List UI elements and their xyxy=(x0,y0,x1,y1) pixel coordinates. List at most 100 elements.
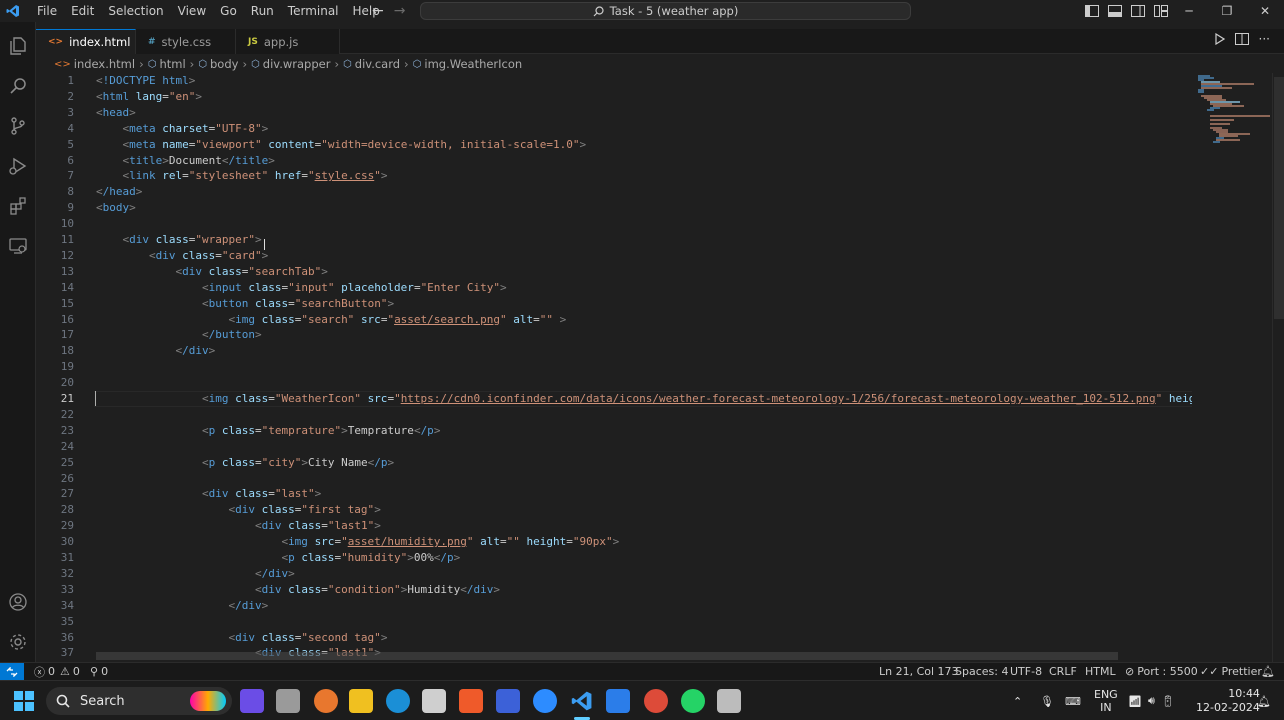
breadcrumb-item[interactable]: div.wrapper xyxy=(263,57,331,71)
scrollbar-thumb[interactable] xyxy=(1274,77,1284,319)
ports-indicator[interactable]: ⚲ 0 xyxy=(90,663,108,680)
vscode-taskbar-icon[interactable] xyxy=(570,689,594,713)
code-line[interactable]: 14 <input class="input" placeholder="Ent… xyxy=(36,280,1192,296)
chrome-browser-icon[interactable] xyxy=(644,689,668,713)
minimap[interactable] xyxy=(1192,73,1272,662)
cursor-position[interactable]: Ln 21, Col 173 xyxy=(879,663,959,680)
code-line[interactable]: 21 <img class="WeatherIcon" src="https:/… xyxy=(36,391,1192,407)
extensions-icon[interactable] xyxy=(6,194,30,218)
code-line[interactable]: 29 <div class="last1"> xyxy=(36,518,1192,534)
remote-explorer-icon[interactable] xyxy=(6,234,30,258)
zoom-icon[interactable] xyxy=(533,689,557,713)
customize-layout-icon[interactable] xyxy=(1153,4,1169,18)
code-line[interactable]: 18 </div> xyxy=(36,343,1192,359)
notifications-bell-icon[interactable]: 🔔︎ xyxy=(1261,663,1275,680)
prettier-status[interactable]: ✓✓ Prettier xyxy=(1200,663,1262,680)
code-line[interactable]: 7 <link rel="stylesheet" href="style.css… xyxy=(36,168,1192,184)
code-line[interactable]: 16 <img class="search" src="asset/search… xyxy=(36,312,1192,328)
app-icon[interactable] xyxy=(496,689,520,713)
code-line[interactable]: 8 </head> xyxy=(36,184,1192,200)
app-cube-icon[interactable] xyxy=(422,689,446,713)
minimize-button[interactable]: ─ xyxy=(1170,0,1208,22)
code-editor[interactable]: 1 <!DOCTYPE html> 2 <html lang="en"> 3 <head>… xyxy=(36,73,1192,662)
tab-style-css[interactable]: # style.css xyxy=(136,29,236,54)
source-control-icon[interactable] xyxy=(6,114,30,138)
problems-indicator[interactable]: ⓧ 0 ⚠ 0 xyxy=(34,663,80,680)
toggle-secondary-sidebar-icon[interactable] xyxy=(1130,4,1146,18)
run-debug-icon[interactable] xyxy=(6,154,30,178)
toggle-primary-sidebar-icon[interactable] xyxy=(1084,4,1100,18)
menu-file[interactable]: File xyxy=(30,0,64,22)
vertical-scrollbar[interactable] xyxy=(1272,73,1284,662)
system-status[interactable]: 📶︎ 🔊︎ 🔋︎ xyxy=(1128,681,1175,720)
back-arrow-icon[interactable]: ← xyxy=(372,3,384,19)
menu-run[interactable]: Run xyxy=(244,0,281,22)
menu-view[interactable]: View xyxy=(171,0,213,22)
tab-index-html[interactable]: <> index.html ✕ xyxy=(36,29,154,54)
store-icon[interactable] xyxy=(606,689,630,713)
code-line[interactable]: 30 <img src="asset/humidity.png" alt="" … xyxy=(36,534,1192,550)
snipping-tool-icon[interactable] xyxy=(717,689,741,713)
code-line[interactable]: 5 <meta name="viewport" content="width=d… xyxy=(36,137,1192,153)
remote-indicator-icon[interactable] xyxy=(0,663,24,680)
run-file-icon[interactable] xyxy=(1213,32,1225,48)
explorer-icon[interactable] xyxy=(6,34,30,58)
toggle-panel-icon[interactable] xyxy=(1107,4,1123,18)
breadcrumb-item[interactable]: div.card xyxy=(355,57,400,71)
indentation[interactable]: Spaces: 4 xyxy=(955,663,1008,680)
breadcrumb-item[interactable]: img.WeatherIcon xyxy=(424,57,522,71)
code-line[interactable]: 17 </button> xyxy=(36,327,1192,343)
split-editor-icon[interactable] xyxy=(1234,33,1249,48)
code-line[interactable]: 12 <div class="card"> xyxy=(36,248,1192,264)
code-line[interactable]: 10 xyxy=(36,216,1192,232)
task-view-icon[interactable] xyxy=(276,689,300,713)
code-line[interactable]: 4 <meta charset="UTF-8"> xyxy=(36,121,1192,137)
breadcrumb-item[interactable]: html xyxy=(159,57,185,71)
copilot-app-icon[interactable] xyxy=(240,689,264,713)
code-line[interactable]: 9 <body> xyxy=(36,200,1192,216)
edge-browser-icon[interactable] xyxy=(386,689,410,713)
breadcrumb-item[interactable]: index.html xyxy=(74,57,135,71)
code-line[interactable]: 36 <div class="second tag"> xyxy=(36,630,1192,646)
settings-gear-icon[interactable] xyxy=(6,630,30,654)
code-line[interactable]: 23 <p class="temprature">Temprature</p> xyxy=(36,423,1192,439)
windows-start-icon[interactable] xyxy=(14,691,34,711)
notification-center-icon[interactable]: 🔔︎ xyxy=(1257,681,1271,720)
code-line[interactable]: 3 <head> xyxy=(36,105,1192,121)
file-explorer-icon[interactable] xyxy=(349,689,373,713)
code-line[interactable]: 25 <p class="city">City Name</p> xyxy=(36,455,1192,471)
menu-edit[interactable]: Edit xyxy=(64,0,101,22)
code-line[interactable]: 31 <p class="humidity">00%</p> xyxy=(36,550,1192,566)
forward-arrow-icon[interactable]: → xyxy=(394,3,406,19)
horizontal-scrollbar[interactable] xyxy=(96,652,1118,660)
clock[interactable]: 10:44 12-02-2024 xyxy=(1196,681,1260,720)
menu-selection[interactable]: Selection xyxy=(101,0,170,22)
code-line[interactable]: 6 <title>Document</title> xyxy=(36,153,1192,169)
menu-go[interactable]: Go xyxy=(213,0,244,22)
keyboard-icon[interactable]: ⌨ xyxy=(1065,681,1081,720)
brave-browser-icon[interactable] xyxy=(459,689,483,713)
code-line[interactable]: 33 <div class="condition">Humidity</div> xyxy=(36,582,1192,598)
language-mode[interactable]: HTML xyxy=(1085,663,1116,680)
code-line[interactable]: 2 <html lang="en"> xyxy=(36,89,1192,105)
code-line[interactable]: 26 xyxy=(36,471,1192,487)
encoding[interactable]: UTF-8 xyxy=(1010,663,1042,680)
code-line[interactable]: 15 <button class="searchButton"> xyxy=(36,296,1192,312)
code-line[interactable]: 1 <!DOCTYPE html> xyxy=(36,73,1192,89)
code-line[interactable]: 22 xyxy=(36,407,1192,423)
code-line[interactable]: 32 </div> xyxy=(36,566,1192,582)
breadcrumb-item[interactable]: body xyxy=(210,57,238,71)
code-line[interactable]: 24 xyxy=(36,439,1192,455)
taskbar-search[interactable]: Search xyxy=(46,687,232,715)
line-ending[interactable]: CRLF xyxy=(1049,663,1077,680)
search-view-icon[interactable] xyxy=(6,74,30,98)
code-line[interactable]: 28 <div class="first tag"> xyxy=(36,502,1192,518)
maximize-button[interactable]: ❐ xyxy=(1208,0,1246,22)
accounts-icon[interactable] xyxy=(6,590,30,614)
code-line[interactable]: 20 xyxy=(36,375,1192,391)
code-line[interactable]: 11 <div class="wrapper"> xyxy=(36,232,1192,248)
language-indicator[interactable]: ENG IN xyxy=(1094,681,1118,720)
more-actions-icon[interactable]: ··· xyxy=(1259,33,1270,48)
live-server-port[interactable]: ⊘ Port : 5500 xyxy=(1125,663,1198,680)
close-window-button[interactable]: ✕ xyxy=(1246,0,1284,22)
